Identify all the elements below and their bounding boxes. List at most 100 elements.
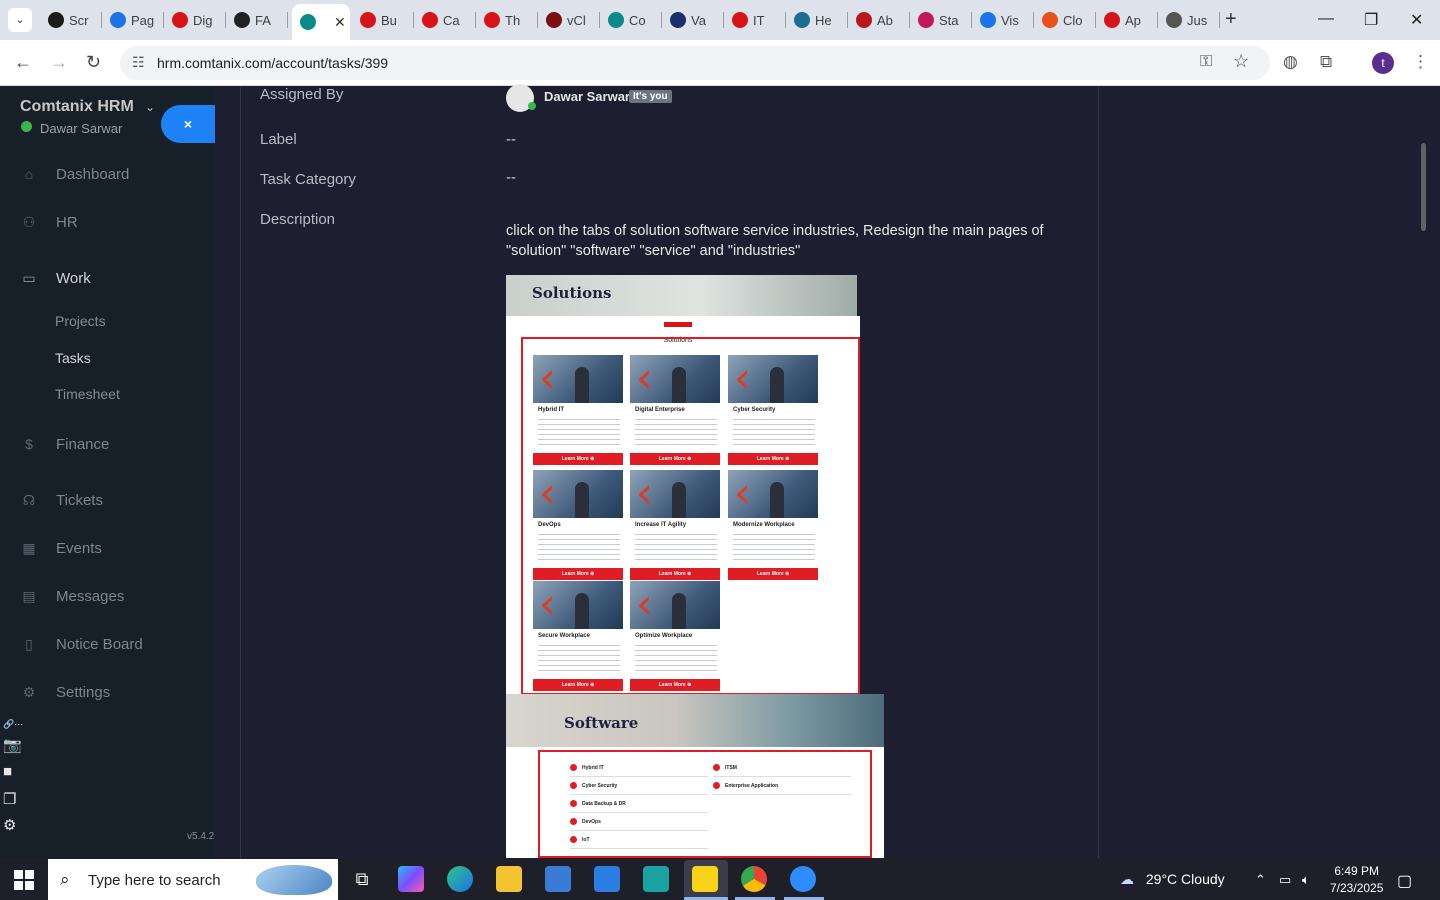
site-info-icon[interactable]: ☷ [132, 54, 145, 71]
url-text[interactable]: hrm.comtanix.com/account/tasks/399 [157, 55, 388, 71]
sidebar-item-label: Finance [56, 435, 110, 453]
browser-tab[interactable]: Th [476, 6, 538, 34]
minimize-button[interactable]: — [1318, 10, 1334, 28]
browser-tab[interactable]: ✕ [292, 4, 350, 40]
extensions-icon[interactable]: ⧉ [1320, 52, 1332, 72]
new-tab-button[interactable]: + [1225, 8, 1237, 31]
password-key-icon[interactable]: ⚿ [1200, 53, 1212, 71]
browser-tab[interactable]: Bu [352, 6, 414, 34]
person-figure [672, 593, 686, 629]
card-title: Increase IT Agility [635, 522, 687, 528]
store-icon[interactable] [545, 866, 571, 892]
notification-icon[interactable]: ▢ [1397, 871, 1412, 891]
sidebar-item-work[interactable]: ▭ Work [0, 263, 215, 293]
windows-start-icon[interactable] [14, 870, 34, 890]
sidebar-item-label: Tickets [56, 491, 103, 509]
camera-icon[interactable]: 📷 [3, 736, 22, 754]
sidebar-subitem-timesheet[interactable]: Timesheet [55, 386, 120, 402]
tray-chevron-up-icon[interactable]: ⌃ [1255, 872, 1266, 888]
browser-tab[interactable]: Scr [40, 6, 102, 34]
clock-date: 7/23/2025 [1330, 881, 1384, 895]
restore-button[interactable]: ❐ [1364, 10, 1378, 30]
browser-tab[interactable]: Va [662, 6, 724, 34]
list-bullet-icon [570, 818, 577, 825]
tab-favicon-icon [1042, 12, 1058, 28]
copy-icon[interactable]: ❐ [3, 790, 16, 808]
headset-icon: ☊ [22, 491, 36, 508]
sidebar-item-tickets[interactable]: ☊ Tickets [0, 485, 215, 515]
weather-widget[interactable]: ☁ 29°C Cloudy [1120, 871, 1225, 888]
tab-search-button[interactable]: ⌄ [8, 8, 32, 32]
browser-tab[interactable]: Vis [972, 6, 1034, 34]
zoom-icon[interactable] [790, 866, 816, 892]
browser-tab[interactable]: Ab [848, 6, 910, 34]
chrome-icon[interactable] [741, 866, 767, 892]
reload-icon[interactable]: ↻ [86, 52, 101, 73]
window-close-button[interactable]: ✕ [1410, 10, 1423, 30]
tab-close-icon[interactable]: ✕ [334, 14, 346, 31]
sidebar-item-hr[interactable]: ⚇ HR [0, 207, 215, 237]
chat-icon: ▤ [22, 587, 36, 604]
clock-time: 6:49 PM [1334, 864, 1380, 878]
person-figure [770, 482, 784, 518]
sidebar-item-finance[interactable]: $ Finance [0, 429, 215, 459]
sticky-notes-icon[interactable] [692, 866, 718, 892]
volume-icon[interactable]: 🔈︎ [1302, 872, 1310, 888]
browser-tab[interactable]: Ap [1096, 6, 1158, 34]
sidebar-subitem-tasks[interactable]: Tasks [55, 350, 91, 366]
address-bar[interactable]: ☷ hrm.comtanix.com/account/tasks/399 ⚿ ☆ [120, 46, 1270, 80]
sidebar-subitem-projects[interactable]: Projects [55, 313, 106, 329]
bookmark-star-icon[interactable]: ☆ [1233, 51, 1249, 72]
attached-software-image[interactable]: Software Hybrid IT Cyber Security Data B… [506, 694, 884, 858]
app-diamond-icon[interactable] [643, 866, 669, 892]
scrollbar-thumb[interactable] [1421, 143, 1426, 231]
list-bullet-icon [570, 782, 577, 789]
solutions-hero-title: Solutions [532, 284, 612, 302]
file-explorer-icon[interactable] [496, 866, 522, 892]
browser-tab[interactable]: Ca [414, 6, 476, 34]
taskbar-search-input[interactable]: ⌕ Type here to search [48, 859, 338, 900]
sidebar-item-messages[interactable]: ▤ Messages [0, 581, 215, 611]
browser-tab[interactable]: FA [226, 6, 288, 34]
sidebar-item-notice-board[interactable]: ▯ Notice Board [0, 629, 215, 659]
capture-settings-icon[interactable]: ⚙ [3, 816, 16, 834]
network-icon[interactable]: ▭ [1279, 872, 1291, 888]
edge-icon[interactable] [447, 866, 473, 892]
system-clock[interactable]: 6:49 PM 7/23/2025 [1330, 863, 1383, 897]
browser-tab[interactable]: Dig [164, 6, 226, 34]
browser-tab[interactable]: vCl [538, 6, 600, 34]
browser-tab[interactable]: IT [724, 6, 786, 34]
software-hero-banner [506, 694, 884, 747]
tab-favicon-icon [608, 12, 624, 28]
browser-tab[interactable]: Jus [1158, 6, 1220, 34]
browser-tab[interactable]: He [786, 6, 848, 34]
chevron-down-icon[interactable]: ⌄ [145, 100, 155, 114]
solution-card: ‹ Optimize Workplace Learn More ⊕ [630, 581, 720, 692]
page-scrollbar[interactable] [1418, 87, 1430, 858]
mail-icon[interactable] [594, 866, 620, 892]
close-sidebar-button[interactable]: × [161, 105, 215, 143]
browser-tab[interactable]: Sta [910, 6, 972, 34]
back-icon[interactable]: ← [14, 52, 32, 73]
sidebar-item-events[interactable]: ▦ Events [0, 533, 215, 563]
attached-solutions-image[interactable]: Solutions Solutions ‹ Hybrid IT Learn Mo… [506, 275, 860, 695]
sidebar-item-dashboard[interactable]: ⌂ Dashboard [0, 159, 215, 189]
sidebar-item-settings[interactable]: ⚙ Settings [0, 677, 215, 707]
learn-more-button: Learn More ⊕ [630, 679, 720, 691]
browser-tab[interactable]: Co [600, 6, 662, 34]
card-title: DevOps [538, 522, 561, 528]
menu-dots-icon[interactable]: ⋮ [1412, 52, 1429, 72]
translate-icon[interactable]: ◍ [1283, 52, 1298, 72]
profile-avatar[interactable]: t [1372, 52, 1394, 74]
list-bullet-icon [713, 764, 720, 771]
link-more-icon[interactable]: 🔗⋯ [3, 719, 23, 730]
assigned-by-name[interactable]: Dawar Sarwar [544, 89, 630, 104]
browser-tab[interactable]: Pag [102, 6, 164, 34]
forward-icon[interactable]: → [50, 52, 68, 73]
browser-tab[interactable]: Clo [1034, 6, 1096, 34]
copilot-icon[interactable] [398, 866, 424, 892]
video-icon[interactable]: ■ [3, 763, 12, 780]
task-view-icon[interactable]: ⧉ [349, 866, 375, 892]
tab-label: Clo [1063, 12, 1083, 28]
brand-name[interactable]: Comtanix HRM [20, 98, 134, 116]
